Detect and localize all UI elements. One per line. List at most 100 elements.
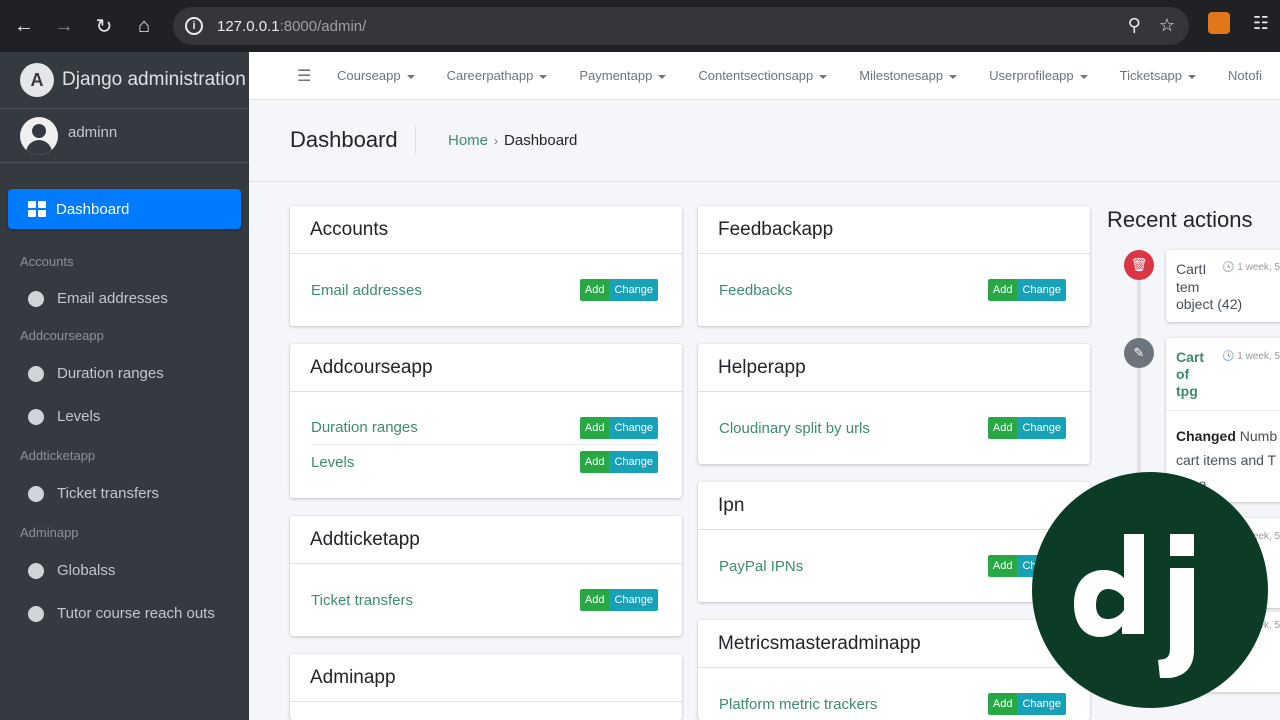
caret-down-icon xyxy=(406,74,415,79)
model-link[interactable]: Ticket transfers xyxy=(311,592,413,609)
sidebar-item-tutor-course-reach-outs[interactable]: Tutor course reach outs xyxy=(8,592,241,635)
topnav-careerpathapp[interactable]: Careerpathapp xyxy=(447,68,548,83)
hamburger-menu-icon[interactable]: ☰ xyxy=(297,66,311,86)
app-card-adminapp: Adminapp xyxy=(290,654,682,720)
change-button[interactable]: Change xyxy=(1017,279,1066,301)
app-card-addcourseapp: Addcourseapp Duration ranges Add Change L… xyxy=(290,344,682,498)
brand-link[interactable]: A Django administration xyxy=(0,52,249,109)
add-button[interactable]: Add xyxy=(987,417,1018,439)
sidebar-item-ticket-transfers[interactable]: Ticket transfers xyxy=(8,472,241,515)
sidebar-item-levels[interactable]: Levels xyxy=(8,395,241,438)
app-card-feedbackapp: Feedbackapp Feedbacks Add Change xyxy=(698,206,1090,326)
topnav-userprofileapp[interactable]: Userprofileapp xyxy=(989,68,1088,83)
topnav-milestonesapp[interactable]: Milestonesapp xyxy=(859,68,958,83)
forward-icon[interactable]: → xyxy=(44,6,84,46)
trash-icon: 🗑 xyxy=(1124,250,1154,280)
title-divider xyxy=(415,125,416,155)
sidebar-header-addticketapp: Addticketapp xyxy=(20,448,96,463)
brand-title: Django administration xyxy=(62,69,246,90)
caret-down-icon xyxy=(658,74,667,79)
model-link[interactable]: Feedbacks xyxy=(719,282,792,299)
card-title: Feedbackapp xyxy=(698,206,1090,254)
model-link[interactable]: Duration ranges xyxy=(311,419,418,436)
model-row: Cloudinary split by urls Add Change xyxy=(719,411,1066,445)
circle-icon xyxy=(28,365,44,382)
content-header: Dashboard Home › Dashboard xyxy=(249,100,1280,182)
caret-down-icon xyxy=(949,74,958,79)
topnav-ticketsapp[interactable]: Ticketsapp xyxy=(1120,68,1197,83)
model-row: Platform metric trackers Add Change xyxy=(719,687,1066,720)
add-button[interactable]: Add xyxy=(579,416,610,439)
user-name[interactable]: adminn xyxy=(68,124,117,141)
address-bar[interactable]: i 127.0.0.1:8000/admin/ ⚲ ☆ xyxy=(173,7,1189,45)
add-button[interactable]: Add xyxy=(987,555,1018,577)
change-button[interactable]: Change xyxy=(609,451,658,473)
card-title: Helperapp xyxy=(698,344,1090,392)
django-admin-logo-icon: A xyxy=(20,63,54,97)
circle-icon xyxy=(28,290,44,307)
breadcrumb-home-link[interactable]: Home xyxy=(448,132,488,149)
add-button[interactable]: Add xyxy=(579,279,610,301)
caret-down-icon xyxy=(1188,74,1197,79)
reload-icon[interactable]: ↻ xyxy=(84,6,124,46)
zoom-icon[interactable]: ⚲ xyxy=(1128,15,1141,36)
topnav-contentsectionsapp[interactable]: Contentsectionsapp xyxy=(698,68,828,83)
add-button[interactable]: Add xyxy=(987,693,1018,715)
breadcrumb: Home › Dashboard xyxy=(448,132,578,149)
topnav-paymentapp[interactable]: Paymentapp xyxy=(579,68,667,83)
sidebar: A Django administration adminn Dashboard… xyxy=(0,52,249,720)
sidebar-item-dashboard[interactable]: Dashboard xyxy=(8,189,241,229)
topnav-notofi[interactable]: Notofi xyxy=(1228,68,1262,83)
sidebar-item-globalss[interactable]: Globalss xyxy=(8,549,241,592)
model-link[interactable]: Levels xyxy=(311,454,354,471)
breadcrumb-current: Dashboard xyxy=(504,132,578,149)
user-avatar-icon xyxy=(20,116,58,155)
circle-icon xyxy=(28,562,44,579)
change-button[interactable]: Change xyxy=(609,279,658,301)
card-title: Addcourseapp xyxy=(290,344,682,392)
timestamp: 🕓 1 week, 5 xyxy=(1222,351,1280,362)
add-button[interactable]: Add xyxy=(987,279,1018,301)
recent-actions-title: Recent actions xyxy=(1107,207,1253,232)
caret-down-icon xyxy=(819,74,828,79)
browser-toolbar: ← → ↻ ⌂ i 127.0.0.1:8000/admin/ ⚲ ☆ ☷ xyxy=(0,0,1280,52)
recent-action-link[interactable]: Cart of tpg xyxy=(1176,349,1204,400)
caret-down-icon xyxy=(1079,74,1088,79)
model-link[interactable]: Platform metric trackers xyxy=(719,696,877,713)
circle-icon xyxy=(28,605,44,622)
metamask-extension-icon[interactable] xyxy=(1208,12,1230,34)
back-icon[interactable]: ← xyxy=(4,6,44,46)
bookmark-star-icon[interactable]: ☆ xyxy=(1159,15,1175,36)
model-row: PayPal IPNs AddChange xyxy=(719,549,1066,583)
add-button[interactable]: Add xyxy=(579,451,610,473)
change-button[interactable]: Change xyxy=(609,416,658,439)
recent-action-item: CartI tem object (42) 🕓 1 week, 5 xyxy=(1166,250,1280,322)
top-navbar: ☰ Courseapp Careerpathapp Paymentapp Con… xyxy=(249,52,1280,100)
home-icon[interactable]: ⌂ xyxy=(124,6,164,46)
model-row: Levels Add Change xyxy=(311,445,658,479)
card-title: Addticketapp xyxy=(290,516,682,564)
circle-icon xyxy=(28,485,44,502)
timestamp: 🕓 1 week, 5 xyxy=(1222,262,1280,273)
edit-icon: ✎ xyxy=(1124,338,1154,368)
sidebar-item-duration-ranges[interactable]: Duration ranges xyxy=(8,352,241,395)
model-link[interactable]: Cloudinary split by urls xyxy=(719,420,870,437)
site-info-icon[interactable]: i xyxy=(185,17,203,35)
sidebar-header-addcourseapp: Addcourseapp xyxy=(20,328,104,343)
user-panel[interactable]: adminn xyxy=(0,109,249,163)
sidebar-item-email-addresses[interactable]: Email addresses xyxy=(8,277,241,320)
add-button[interactable]: Add xyxy=(579,589,610,611)
sidebar-header-accounts: Accounts xyxy=(20,254,74,269)
topnav-courseapp[interactable]: Courseapp xyxy=(337,68,415,83)
change-button[interactable]: Change xyxy=(609,589,658,611)
timeline-line xyxy=(1137,260,1141,500)
page-title: Dashboard xyxy=(290,127,398,152)
card-title: Accounts xyxy=(290,206,682,254)
card-title: Adminapp xyxy=(290,654,682,702)
model-link[interactable]: Email addresses xyxy=(311,282,422,299)
change-button[interactable]: Change xyxy=(1017,417,1066,439)
dashboard-grid-icon xyxy=(28,201,46,217)
model-link[interactable]: PayPal IPNs xyxy=(719,558,803,575)
extensions-puzzle-icon[interactable]: ☷ xyxy=(1250,12,1272,34)
url-text[interactable]: 127.0.0.1:8000/admin/ xyxy=(217,18,366,35)
